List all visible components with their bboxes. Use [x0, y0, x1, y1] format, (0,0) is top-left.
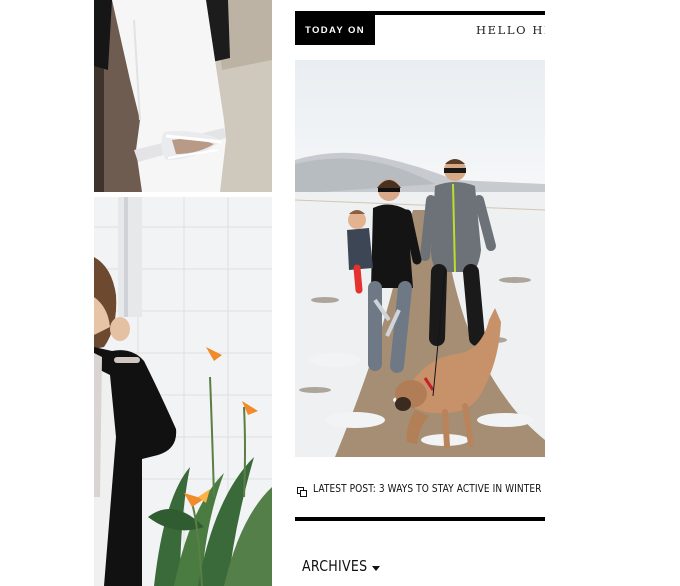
today-on-badge: TODAY ON [295, 15, 375, 45]
hello-history-link-wrapper[interactable]: HELLO HISTORY [380, 15, 545, 45]
family-illustration [295, 60, 545, 457]
hello-history-link[interactable]: HELLO HISTORY [476, 23, 545, 37]
ripped-white-jeans-photo[interactable] [94, 0, 272, 192]
jeans-illustration [94, 0, 272, 192]
section-divider-rule [295, 517, 545, 521]
family-walking-dog-snow-photo[interactable] [295, 60, 545, 457]
archives-dropdown[interactable]: ARCHIVES [302, 557, 380, 575]
black-cardigan-bird-of-paradise-photo[interactable] [94, 197, 272, 586]
caret-down-icon[interactable] [372, 566, 380, 571]
latest-post-link[interactable]: LATEST POST: 3 WAYS TO STAY ACTIVE IN WI… [297, 483, 579, 497]
archives-label[interactable]: ARCHIVES [302, 557, 367, 575]
latest-post-text[interactable]: LATEST POST: 3 WAYS TO STAY ACTIVE IN WI… [313, 483, 542, 495]
duplicate-icon [297, 484, 307, 497]
cardigan-illustration [94, 197, 272, 586]
